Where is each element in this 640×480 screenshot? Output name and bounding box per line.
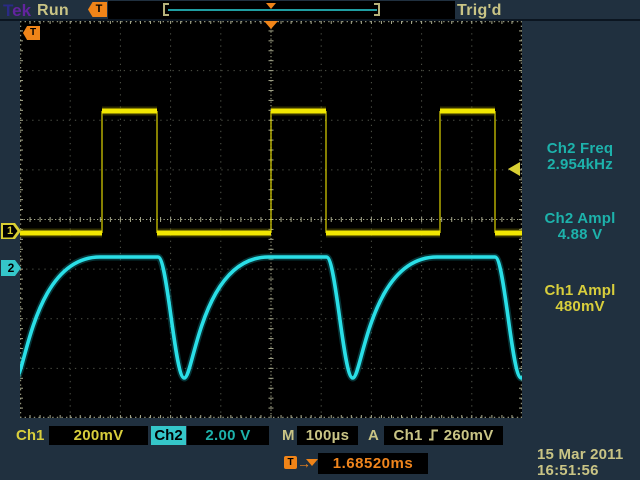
measurement-label: Ch2 Ampl	[524, 211, 636, 227]
time-text: 16:51:56	[537, 463, 623, 479]
measurement-value: 480mV	[524, 299, 636, 315]
timebase-readout: 100µs	[297, 426, 358, 445]
measurement-ch2-freq: Ch2 Freq 2.954kHz	[524, 141, 636, 173]
trigger-status: Trig'd	[457, 2, 502, 20]
record-window-line	[168, 9, 377, 11]
trigger-time-t-icon: T	[284, 456, 297, 469]
ch1-ground-marker: 1	[1, 223, 21, 239]
oscilloscope-screen: Tek Run T Trig'd T 1 2 Ch2 Freq 2.954kHz…	[0, 0, 640, 480]
ch2-ground-marker: 2	[1, 260, 21, 276]
timebase-label: M	[282, 427, 295, 445]
record-view-bar	[108, 1, 455, 19]
measurement-value: 2.954kHz	[524, 157, 636, 173]
measurement-label: Ch2 Freq	[524, 141, 636, 157]
trigger-position-icon	[266, 3, 276, 9]
ch1-scale-readout: 200mV	[49, 426, 148, 445]
trigger-time-readout: 1.68520ms	[318, 453, 428, 474]
ch1-label: Ch1	[16, 427, 44, 445]
top-status-bar: Tek Run T Trig'd	[0, 0, 640, 19]
graticule-waveform-display	[20, 21, 522, 418]
record-bracket-right-icon	[374, 3, 380, 16]
trigger-marker-icon	[306, 459, 318, 466]
measurement-ch1-ampl: Ch1 Ampl 480mV	[524, 283, 636, 315]
measurement-label: Ch1 Ampl	[524, 283, 636, 299]
trigger-level-arrow-icon	[508, 162, 520, 176]
date-text: 15 Mar 2011	[537, 447, 623, 463]
acquisition-status: Run	[37, 2, 69, 20]
trigger-readout: Ch1 260mV	[384, 426, 503, 445]
trigger-point-icon	[264, 21, 278, 29]
trigger-system-label: A	[368, 427, 379, 445]
datetime-display: 15 Mar 2011 16:51:56	[537, 447, 623, 479]
trigger-level-value: 260mV	[444, 427, 494, 444]
ch2-label-selected: Ch2	[151, 426, 186, 445]
measurement-ch2-ampl: Ch2 Ampl 4.88 V	[524, 211, 636, 243]
trigger-t-icon: T	[88, 2, 107, 17]
measurement-value: 4.88 V	[524, 227, 636, 243]
trigger-source: Ch1	[393, 427, 422, 444]
tek-logo: Tek	[3, 1, 31, 21]
rising-edge-icon	[428, 428, 439, 442]
ch2-scale-readout: 2.00 V	[187, 426, 269, 445]
